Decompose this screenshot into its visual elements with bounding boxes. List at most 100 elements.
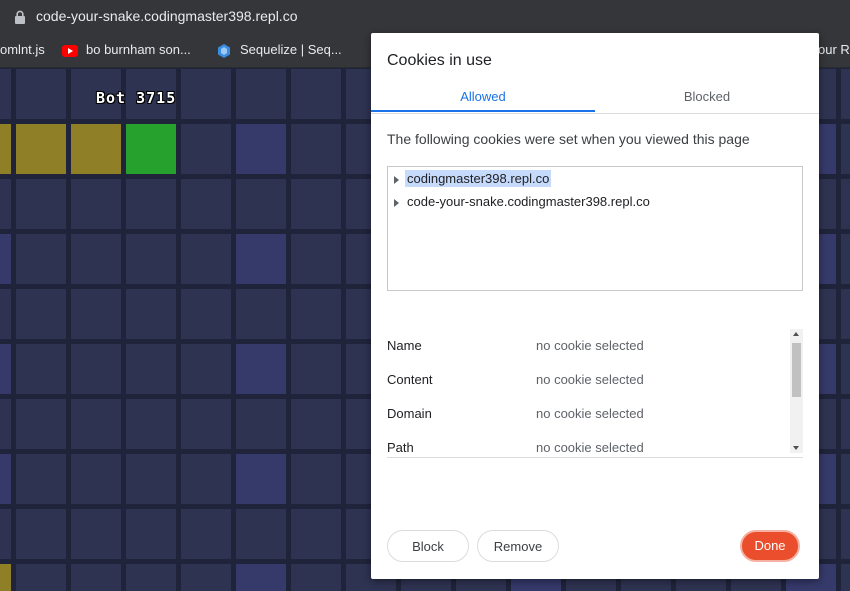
grid-cell	[841, 399, 850, 449]
details-scrollbar[interactable]	[790, 329, 803, 453]
detail-label: Name	[387, 338, 422, 353]
grid-cell	[16, 344, 66, 394]
grid-cell	[126, 289, 176, 339]
bookmark-label: our R	[818, 42, 850, 57]
grid-cell	[71, 454, 121, 504]
grid-cell	[841, 454, 850, 504]
grid-cell	[16, 179, 66, 229]
grid-cell	[841, 179, 850, 229]
grid-cell	[841, 289, 850, 339]
grid-cell	[181, 179, 231, 229]
grid-cell	[236, 564, 286, 591]
grid-cell	[181, 234, 231, 284]
active-tab-indicator	[371, 110, 595, 112]
detail-label: Content	[387, 372, 433, 387]
detail-value: no cookie selected	[536, 406, 644, 421]
grid-cell	[236, 399, 286, 449]
grid-cell	[291, 454, 341, 504]
remove-button[interactable]: Remove	[477, 530, 559, 562]
grid-cell	[71, 179, 121, 229]
grid-cell	[181, 509, 231, 559]
grid-cell	[236, 179, 286, 229]
block-button[interactable]: Block	[387, 530, 469, 562]
grid-cell	[291, 69, 341, 119]
done-button[interactable]: Done	[740, 530, 800, 562]
grid-cell	[291, 179, 341, 229]
snake-body-cell	[71, 124, 121, 174]
dialog-title: Cookies in use	[387, 52, 492, 69]
grid-cell	[71, 234, 121, 284]
grid-cell	[181, 289, 231, 339]
grid-cell	[126, 564, 176, 591]
grid-cell	[16, 69, 66, 119]
tab-blocked[interactable]: Blocked	[595, 89, 819, 104]
grid-cell	[841, 69, 850, 119]
grid-cell	[841, 234, 850, 284]
grid-cell	[291, 289, 341, 339]
expand-arrow-icon[interactable]	[394, 175, 399, 184]
grid-cell	[0, 344, 11, 394]
detail-row: Domain no cookie selected	[387, 406, 787, 426]
grid-cell	[71, 289, 121, 339]
grid-cell	[236, 124, 286, 174]
grid-cell	[16, 454, 66, 504]
grid-cell	[16, 289, 66, 339]
cookie-tabs: Allowed Blocked	[371, 85, 819, 114]
grid-cell	[0, 234, 11, 284]
grid-cell	[16, 399, 66, 449]
grid-cell	[71, 344, 121, 394]
grid-cell	[236, 454, 286, 504]
grid-cell	[236, 509, 286, 559]
grid-cell	[841, 124, 850, 174]
bookmark-label: Sequelize | Seq...	[240, 42, 342, 57]
scroll-down-icon[interactable]	[793, 446, 799, 450]
grid-cell	[16, 234, 66, 284]
expand-arrow-icon[interactable]	[394, 198, 399, 207]
grid-cell	[71, 509, 121, 559]
grid-cell	[291, 399, 341, 449]
youtube-icon	[62, 44, 78, 57]
tab-allowed[interactable]: Allowed	[371, 89, 595, 104]
grid-cell	[126, 509, 176, 559]
cookies-dialog: Cookies in use Allowed Blocked The follo…	[371, 33, 819, 579]
url-text[interactable]: code-your-snake.codingmaster398.repl.co	[36, 8, 297, 24]
sequelize-icon	[218, 43, 230, 58]
cookie-site-tree[interactable]: codingmaster398.repl.co code-your-snake.…	[387, 166, 803, 291]
grid-cell	[71, 399, 121, 449]
grid-cell	[71, 564, 121, 591]
bookmark-item[interactable]: bo burnham son...	[62, 42, 191, 57]
snake-head-cell	[126, 124, 176, 174]
grid-cell	[0, 399, 11, 449]
bookmark-item[interactable]: our R	[818, 42, 850, 57]
site-label: code-your-snake.codingmaster398.repl.co	[407, 194, 650, 209]
grid-cell	[181, 124, 231, 174]
bookmark-item[interactable]: Sequelize | Seq...	[216, 42, 342, 59]
grid-cell	[126, 344, 176, 394]
grid-cell	[181, 344, 231, 394]
detail-value: no cookie selected	[536, 440, 644, 455]
snake-body-cell	[0, 564, 11, 591]
detail-row: Name no cookie selected	[387, 338, 787, 358]
grid-cell	[0, 179, 11, 229]
site-tree-item[interactable]: code-your-snake.codingmaster398.repl.co	[394, 194, 652, 214]
grid-cell	[236, 234, 286, 284]
detail-label: Path	[387, 440, 414, 455]
grid-cell	[181, 399, 231, 449]
grid-cell	[236, 289, 286, 339]
site-tree-item[interactable]: codingmaster398.repl.co	[394, 170, 552, 191]
scroll-up-icon[interactable]	[793, 332, 799, 336]
grid-cell	[291, 564, 341, 591]
bookmark-item[interactable]: omlnt.js	[0, 42, 45, 57]
lock-icon[interactable]	[14, 10, 26, 24]
snake-body-cell	[0, 124, 11, 174]
grid-cell	[0, 509, 11, 559]
detail-value: no cookie selected	[536, 372, 644, 387]
grid-cell	[126, 454, 176, 504]
scrollbar-thumb[interactable]	[792, 343, 801, 397]
grid-cell	[841, 344, 850, 394]
grid-cell	[126, 399, 176, 449]
address-bar[interactable]: code-your-snake.codingmaster398.repl.co	[0, 0, 850, 33]
grid-cell	[126, 234, 176, 284]
grid-cell	[0, 69, 11, 119]
cookies-description: The following cookies were set when you …	[387, 131, 750, 147]
